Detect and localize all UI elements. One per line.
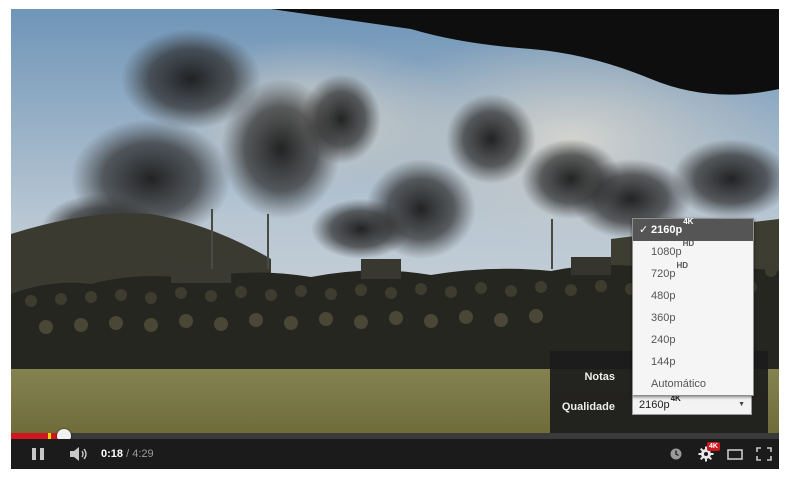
quality-option-label: 360p [651,312,676,324]
quality-option[interactable]: 480p [633,285,753,307]
quality-option[interactable]: Automático [633,373,753,395]
quality-option[interactable]: 360p [633,307,753,329]
quality-option[interactable]: 144p [633,351,753,373]
duration: 4:29 [132,448,154,460]
quality-option-label: 480p [651,290,676,302]
pause-icon [32,448,44,460]
chevron-down-icon: ▼ [738,401,745,408]
play-pause-button[interactable] [25,439,51,469]
quality-option[interactable]: 1080pHD [633,239,753,263]
current-time: 0:18 [101,448,124,460]
quality-option[interactable]: 720pHD [633,261,753,285]
fullscreen-button[interactable] [753,439,775,469]
quality-option-label: 2160p [651,224,683,236]
quality-option-badge: 4K [683,217,694,226]
watch-later-button[interactable] [667,439,685,469]
quality-select[interactable]: 2160p4K ▼ [632,394,752,415]
theater-mode-icon [727,448,743,460]
video-player[interactable]: Notas Qualidade 2160p4K ▼ ✓ 2160p4K 1080pH… [11,9,779,469]
time-display: 0:18 / 4:29 [101,439,154,469]
quality-option-label: 1080p [651,246,682,258]
fullscreen-icon [756,447,772,461]
watch-later-icon [670,448,682,460]
video-frame[interactable]: Notas Qualidade 2160p4K ▼ ✓ 2160p4K 1080pH… [11,9,779,433]
theater-mode-button[interactable] [725,439,745,469]
time-separator: / [123,448,133,460]
quality-select-value: 2160p [639,399,670,411]
control-bar: 0:18 / 4:29 4K [11,439,779,469]
quality-option[interactable]: 240p [633,329,753,351]
quality-option-badge: HD [676,261,689,270]
quality-option-label: Automático [651,378,707,390]
quality-badge: 4K [707,442,720,451]
quality-option[interactable]: ✓ 2160p4K [633,217,753,241]
volume-icon [70,447,87,461]
quality-label: Qualidade [561,401,615,413]
annotations-label: Notas [584,371,615,383]
quality-option-label: 720p [651,268,676,280]
check-icon: ✓ [639,224,649,236]
quality-menu: ✓ 2160p4K 1080pHD 720pHD 480p 360p 240p 144p Aut… [632,217,754,396]
quality-option-label: 144p [651,356,676,368]
quality-option-label: 240p [651,334,676,346]
quality-option-badge: HD [682,239,695,248]
mute-button[interactable] [67,439,91,469]
